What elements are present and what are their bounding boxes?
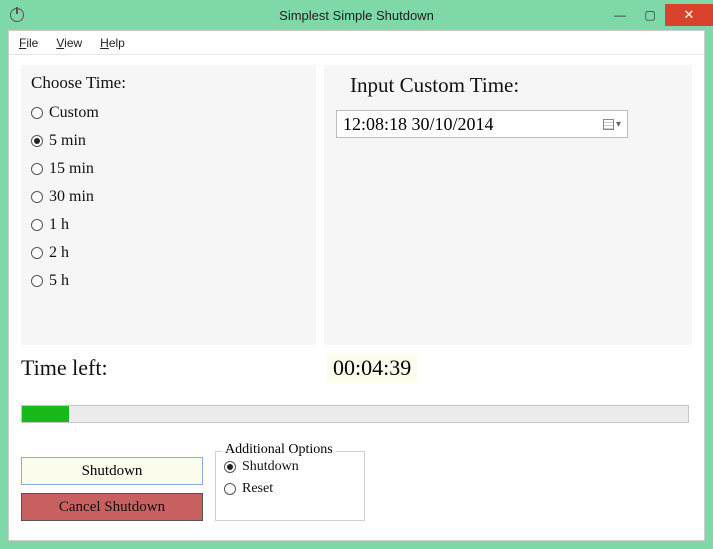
client-area: File View Help Choose Time: Custom 5 min — [8, 30, 705, 541]
additional-options-legend: Additional Options — [222, 442, 336, 458]
radio-label: 15 min — [49, 160, 94, 178]
radio-icon — [224, 483, 236, 495]
radio-icon — [31, 275, 43, 287]
choose-time-label: Choose Time: — [31, 73, 306, 93]
radio-opt-reset[interactable]: Reset — [224, 478, 356, 500]
titlebar[interactable]: Simplest Simple Shutdown — ▢ ✕ — [0, 0, 713, 30]
radio-label: 5 h — [49, 272, 69, 290]
radio-label: 30 min — [49, 188, 94, 206]
radio-label: Reset — [242, 481, 273, 497]
custom-time-label: Input Custom Time: — [350, 73, 680, 98]
custom-time-value: 12:08:18 30/10/2014 — [343, 114, 494, 135]
radio-label: 2 h — [49, 244, 69, 262]
menu-help[interactable]: Help — [100, 36, 125, 50]
radio-icon — [31, 247, 43, 259]
button-column: Shutdown Cancel Shutdown — [21, 457, 203, 521]
radio-icon — [31, 107, 43, 119]
menu-file[interactable]: File — [19, 36, 38, 50]
bottom-row: Shutdown Cancel Shutdown Additional Opti… — [21, 457, 365, 521]
datetime-dropdown[interactable]: ▾ — [603, 119, 621, 130]
radio-icon — [224, 461, 236, 473]
content-area: Choose Time: Custom 5 min 15 min — [9, 55, 704, 540]
radio-15min[interactable]: 15 min — [31, 155, 306, 183]
progress-bar — [21, 405, 689, 423]
radio-2h[interactable]: 2 h — [31, 239, 306, 267]
shutdown-button[interactable]: Shutdown — [21, 457, 203, 485]
radio-5min[interactable]: 5 min — [31, 127, 306, 155]
custom-time-input[interactable]: 12:08:18 30/10/2014 ▾ — [336, 110, 628, 138]
choose-time-panel: Choose Time: Custom 5 min 15 min — [21, 65, 316, 345]
radio-label: Custom — [49, 104, 99, 122]
radio-5h[interactable]: 5 h — [31, 267, 306, 295]
radio-icon — [31, 163, 43, 175]
time-left-row: Time left: 00:04:39 — [21, 355, 693, 381]
radio-icon — [31, 219, 43, 231]
radio-label: 1 h — [49, 216, 69, 234]
radio-icon — [31, 135, 43, 147]
radio-icon — [31, 191, 43, 203]
radio-custom[interactable]: Custom — [31, 99, 306, 127]
progress-fill — [22, 406, 69, 422]
time-left-label: Time left: — [21, 355, 108, 381]
chevron-down-icon: ▾ — [616, 119, 621, 130]
custom-time-panel: Input Custom Time: 12:08:18 30/10/2014 ▾ — [324, 65, 692, 345]
time-radio-group: Custom 5 min 15 min 30 min — [31, 99, 306, 295]
window-title: Simplest Simple Shutdown — [0, 8, 713, 23]
cancel-shutdown-button[interactable]: Cancel Shutdown — [21, 493, 203, 521]
radio-label: Shutdown — [242, 459, 299, 475]
menu-view[interactable]: View — [56, 36, 82, 50]
radio-1h[interactable]: 1 h — [31, 211, 306, 239]
menubar: File View Help — [9, 31, 704, 55]
calendar-icon — [603, 119, 614, 130]
app-window: Simplest Simple Shutdown — ▢ ✕ File View… — [0, 0, 713, 549]
radio-opt-shutdown[interactable]: Shutdown — [224, 456, 356, 478]
additional-options-group: Additional Options Shutdown Reset — [215, 451, 365, 521]
time-left-value: 00:04:39 — [327, 353, 417, 383]
radio-30min[interactable]: 30 min — [31, 183, 306, 211]
radio-label: 5 min — [49, 132, 86, 150]
